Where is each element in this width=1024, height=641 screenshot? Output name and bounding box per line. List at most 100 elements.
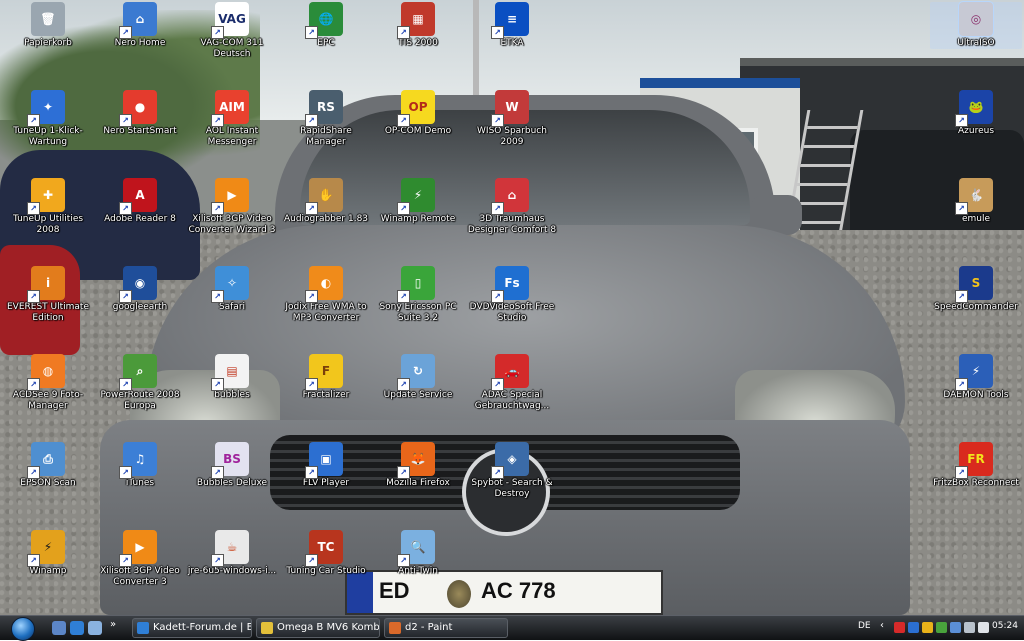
desktop-icon-label: DVDVideoSoft Free Studio <box>469 302 555 323</box>
desktop-icon-fritzbox-reconnect[interactable]: FR ↗ FritzBox Reconnect <box>930 442 1022 489</box>
shortcut-arrow-icon: ↗ <box>27 290 40 303</box>
desktop-icon-everest-ultimate-edition[interactable]: i ↗ EVEREST Ultimate Edition <box>2 266 94 324</box>
desktop-icon-flv-player[interactable]: ▣ ↗ FLV Player <box>280 442 372 489</box>
desktop-icon-label: AOL Instant Messenger <box>205 126 259 147</box>
desktop-icon-epson-scan[interactable]: ⎙ ↗ EPSON Scan <box>2 442 94 489</box>
desktop-icon-sony-ericsson-pc-suite-3-2[interactable]: ▯ ↗ Sony Ericsson PC Suite 3.2 <box>372 266 464 324</box>
switch-windows-icon[interactable] <box>88 621 102 635</box>
desktop-icon-adac-special-gebrauchtwag[interactable]: 🚗 ↗ ADAC Special Gebrauchtwag... <box>466 354 558 412</box>
desktop-icon-googleearth[interactable]: ◉ ↗ googleearth <box>94 266 186 313</box>
desktop-icon-label: Update Service <box>383 390 453 400</box>
start-button[interactable] <box>4 616 40 641</box>
desktop-icon-xilisoft-3gp-video-converter-wizard-3[interactable]: ▶ ↗ Xilisoft 3GP Video Converter Wizard 3 <box>186 178 278 236</box>
desktop-icon-mozilla-firefox[interactable]: 🦊 ↗ Mozilla Firefox <box>372 442 464 489</box>
desktop-icon-winamp-remote[interactable]: ⚡ ↗ Winamp Remote <box>372 178 464 225</box>
desktop-icon-op-com-demo[interactable]: OP ↗ OP-COM Demo <box>372 90 464 137</box>
desktop-icon-label: emule <box>961 214 991 224</box>
taskbar-item-label: d2 - Paint <box>405 622 453 633</box>
desktop-icon-papierkorb[interactable]: 🗑 Papierkorb <box>2 2 94 49</box>
quicklaunch-overflow-icon[interactable]: » <box>110 619 120 633</box>
desktop-icon-emule[interactable]: 🐇 ↗ emule <box>930 178 1022 225</box>
desktop-icon-label: Nero Home <box>114 38 166 48</box>
dvdvideosoft-free-studio-icon: Fs ↗ <box>491 266 529 303</box>
wallpaper-plate-right: AC 778 <box>481 578 556 603</box>
shortcut-arrow-icon: ↗ <box>491 290 504 303</box>
shortcut-arrow-icon: ↗ <box>305 378 318 391</box>
desktop-icon-tuning-car-studio[interactable]: TC ↗ Tuning Car Studio <box>280 530 372 577</box>
taskbar-item-omega-folder[interactable]: Omega B MV6 Kombi <box>256 618 380 638</box>
desktop-icon-jre-6u5-windows-i[interactable]: ☕ ↗ jre-6u5-windows-i... <box>186 530 278 577</box>
desktop[interactable]: ED AC 778 🗑 Papierkorb ⌂ ↗ Nero Home VAG ↗ VAG-… <box>0 0 1024 615</box>
desktop-icon-tis-2000[interactable]: ▦ ↗ TIS 2000 <box>372 2 464 49</box>
display-tray-icon[interactable] <box>964 622 975 633</box>
desktop-icon-speedcommander[interactable]: S ↗ SpeedCommander <box>930 266 1022 313</box>
desktop-icon-safari[interactable]: ✧ ↗ Safari <box>186 266 278 313</box>
tray-expand-icon[interactable]: ‹ <box>880 620 884 631</box>
desktop-icon-adobe-reader-8[interactable]: A ↗ Adobe Reader 8 <box>94 178 186 225</box>
sony-ericsson-pc-suite-3-2-icon: ▯ ↗ <box>397 266 435 303</box>
desktop-icon-dvdvideosoft-free-studio[interactable]: Fs ↗ DVDVideoSoft Free Studio <box>466 266 558 324</box>
desktop-icon-aol-instant-messenger[interactable]: AIM ↗ AOL Instant Messenger <box>186 90 278 148</box>
desktop-icon-anti-twin[interactable]: 🔍 ↗ Anti-Twin <box>372 530 464 577</box>
internet-explorer-icon[interactable] <box>70 621 84 635</box>
desktop-icon-vag-com-311-deutsch[interactable]: VAG ↗ VAG-COM 311 Deutsch <box>186 2 278 60</box>
ultraiso-icon: ◎ <box>958 1 994 37</box>
desktop-icon-rapidshare-manager[interactable]: RS ↗ RapidShare Manager <box>280 90 372 148</box>
shortcut-arrow-icon: ↗ <box>119 114 132 127</box>
desktop-icon-tuneup-1-klick-wartung[interactable]: ✦ ↗ TuneUp 1-Klick-Wartung <box>2 90 94 148</box>
language-indicator[interactable]: DE <box>858 621 871 631</box>
desktop-icon-nero-startsmart[interactable]: ● ↗ Nero StartSmart <box>94 90 186 137</box>
nero-home-icon: ⌂ ↗ <box>119 2 157 39</box>
desktop-icon-xilisoft-3gp-video-converter-3[interactable]: ▶ ↗ Xilisoft 3GP Video Converter 3 <box>94 530 186 588</box>
shortcut-arrow-icon: ↗ <box>211 202 224 215</box>
fritz-tray-icon[interactable] <box>894 622 905 633</box>
desktop-icon-itunes[interactable]: ♫ ↗ iTunes <box>94 442 186 489</box>
shortcut-arrow-icon: ↗ <box>955 202 968 215</box>
shortcut-arrow-icon: ↗ <box>397 378 410 391</box>
wallpaper-plate-left: ED <box>379 578 410 603</box>
desktop-icon-tuneup-utilities-2008[interactable]: ✚ ↗ TuneUp Utilities 2008 <box>2 178 94 236</box>
shortcut-arrow-icon: ↗ <box>27 466 40 479</box>
shortcut-arrow-icon: ↗ <box>305 290 318 303</box>
volume-icon[interactable] <box>978 622 989 633</box>
security-tray-icon[interactable] <box>922 622 933 633</box>
desktop-icon-update-service[interactable]: ↻ ↗ Update Service <box>372 354 464 401</box>
desktop-icon-fractalizer[interactable]: F ↗ Fractalizer <box>280 354 372 401</box>
shortcut-arrow-icon: ↗ <box>211 114 224 127</box>
desktop-icon-bubbles[interactable]: ▤ ↗ bubbles <box>186 354 278 401</box>
desktop-icon-jodix-free-wma-to-mp3-converter[interactable]: ◐ ↗ Jodix Free WMA to MP3 Converter <box>280 266 372 324</box>
desktop-icon-label: googleearth <box>112 302 168 312</box>
desktop-icon-wiso-sparbuch-2009[interactable]: W ↗ WISO Sparbuch 2009 <box>466 90 558 148</box>
tis-2000-icon: ▦ ↗ <box>397 2 435 39</box>
desktop-icon-daemon-tools[interactable]: ⚡ ↗ DAEMON Tools <box>930 354 1022 401</box>
desktop-icon-nero-home[interactable]: ⌂ ↗ Nero Home <box>94 2 186 49</box>
desktop-icon-spybot-search-destroy[interactable]: ◈ ↗ Spybot - Search & Destroy <box>466 442 558 500</box>
desktop-icon-3d-traumhaus-designer-comfort-8[interactable]: ⌂ ↗ 3D Traumhaus Designer Comfort 8 <box>466 178 558 236</box>
desktop-icon-label: Adobe Reader 8 <box>104 214 176 224</box>
desktop-icon-epc[interactable]: 🌐 ↗ EPC <box>280 2 372 49</box>
shortcut-arrow-icon: ↗ <box>491 378 504 391</box>
show-desktop-icon[interactable] <box>52 621 66 635</box>
desktop-icon-bubbles-deluxe[interactable]: BS ↗ Bubbles Deluxe <box>186 442 278 489</box>
shortcut-arrow-icon: ↗ <box>955 290 968 303</box>
winamp-icon: ⚡ ↗ <box>27 530 65 567</box>
desktop-icon-acdsee-9-foto-manager[interactable]: ◍ ↗ ACDSee 9 Foto-Manager <box>2 354 94 412</box>
network-tray-icon[interactable] <box>908 622 919 633</box>
desktop-icon-azureus[interactable]: 🐸 ↗ Azureus <box>930 90 1022 137</box>
desktop-icon-etka[interactable]: ≡ ↗ ETKA <box>466 2 558 49</box>
taskbar-item-kadett-forum[interactable]: Kadett-Forum.de | E... <box>132 618 252 638</box>
connection-tray-icon[interactable] <box>950 622 961 633</box>
desktop-icon-audiograbber-1-83[interactable]: ✋ ↗ Audiograbber 1.83 <box>280 178 372 225</box>
desktop-icon-label: bubbles <box>214 390 250 400</box>
desktop-icon-label: Spybot - Search & Destroy <box>471 478 553 499</box>
desktop-icon-winamp[interactable]: ⚡ ↗ Winamp <box>2 530 94 577</box>
shortcut-arrow-icon: ↗ <box>491 466 504 479</box>
shortcut-arrow-icon: ↗ <box>397 290 410 303</box>
shortcut-arrow-icon: ↗ <box>305 114 318 127</box>
desktop-icon-label: Winamp Remote <box>380 214 456 224</box>
desktop-icon-ultraiso[interactable]: ◎ UltraISO <box>930 1 1022 49</box>
taskbar-item-paint[interactable]: d2 - Paint <box>384 618 508 638</box>
update-tray-icon[interactable] <box>936 622 947 633</box>
desktop-icon-powerroute-2008-europa[interactable]: ⌕ ↗ PowerRoute 2008 Europa <box>94 354 186 412</box>
clock[interactable]: 05:24 <box>992 621 1018 631</box>
